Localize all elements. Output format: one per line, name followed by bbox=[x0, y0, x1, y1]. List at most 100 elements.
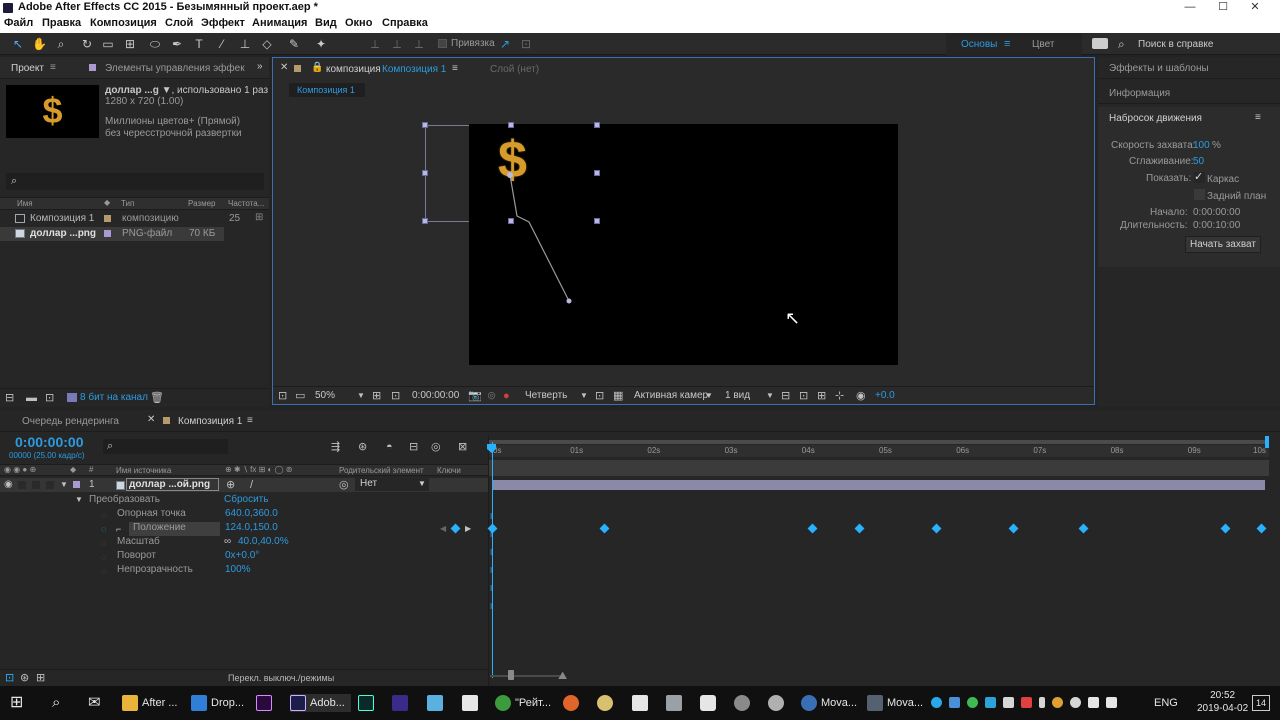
stopwatch-icon[interactable]: ◌ bbox=[101, 536, 106, 550]
snap-option-icon[interactable]: ↗ bbox=[498, 37, 512, 51]
zoom-slider-track[interactable] bbox=[490, 675, 560, 677]
position-keyframe[interactable] bbox=[1078, 523, 1089, 534]
tray-app-icon[interactable] bbox=[1052, 696, 1063, 708]
minimize-button[interactable]: — bbox=[1175, 0, 1205, 16]
lock-icon[interactable]: 🔒 bbox=[311, 62, 323, 73]
interpret-footage-icon[interactable]: ⊟ bbox=[5, 391, 14, 405]
add-keyframe-icon[interactable] bbox=[450, 523, 461, 534]
axis-world-icon[interactable]: ⟂ bbox=[390, 37, 404, 51]
project-row-comp[interactable]: Композиция 1 композицию 25 ⊞ bbox=[0, 212, 269, 226]
mask-visibility-icon[interactable]: ⊡ bbox=[391, 389, 400, 403]
tab-composition-name[interactable]: Композиция 1 bbox=[382, 64, 446, 75]
solo-toggle[interactable] bbox=[32, 481, 40, 489]
transform-handle[interactable] bbox=[422, 170, 428, 176]
workspace-menu-icon[interactable]: ≡ bbox=[1004, 38, 1010, 50]
transfer-controls-toggle-icon[interactable]: ⊛ bbox=[20, 671, 29, 685]
transform-handle[interactable] bbox=[422, 122, 428, 128]
tab-menu-icon[interactable]: ≡ bbox=[247, 415, 253, 426]
tray-app-icon[interactable] bbox=[1070, 696, 1081, 708]
transform-handle[interactable] bbox=[594, 218, 600, 224]
menu-window[interactable]: Окно bbox=[345, 17, 372, 29]
app-icon[interactable] bbox=[597, 694, 617, 712]
app-icon[interactable] bbox=[392, 694, 412, 712]
transform-handle[interactable] bbox=[594, 170, 600, 176]
smoothing-value[interactable]: 50 bbox=[1193, 156, 1204, 167]
zoom-slider-thumb[interactable] bbox=[508, 670, 514, 680]
motion-path-point[interactable] bbox=[566, 298, 572, 304]
label-swatch[interactable] bbox=[104, 230, 111, 237]
snap-checkbox[interactable] bbox=[438, 39, 447, 48]
always-preview-icon[interactable]: ⊡ bbox=[278, 389, 287, 403]
constrain-proportions-icon[interactable]: ∞ bbox=[224, 535, 231, 549]
show-snapshot-icon[interactable]: ⊚ bbox=[487, 389, 496, 403]
property-value[interactable]: 40.0,40.0% bbox=[238, 536, 289, 550]
volume-icon[interactable] bbox=[1106, 696, 1117, 708]
menu-help[interactable]: Справка bbox=[382, 17, 428, 29]
tray-app-icon[interactable] bbox=[949, 696, 960, 708]
mail-icon[interactable]: ✉ bbox=[88, 694, 101, 712]
info-tab[interactable]: Информация bbox=[1109, 88, 1170, 99]
taskbar-item[interactable]: Mova... bbox=[867, 694, 923, 712]
fast-previews-icon[interactable]: ⊡ bbox=[799, 389, 808, 403]
menu-composition[interactable]: Композиция bbox=[90, 17, 157, 29]
views-dropdown-icon[interactable]: ▼ bbox=[766, 389, 774, 403]
tab-project-menu-icon[interactable]: ≡ bbox=[50, 62, 56, 73]
toggle-switches-modes[interactable]: Перекл. выключ./режимы bbox=[228, 673, 334, 683]
wireframe-checkbox[interactable]: ✓ bbox=[1194, 172, 1205, 183]
label-swatch[interactable] bbox=[104, 215, 111, 222]
stopwatch-active-icon[interactable]: ◌ bbox=[101, 522, 106, 536]
background-checkbox[interactable] bbox=[1194, 189, 1205, 200]
property-value[interactable]: 0x+0.0° bbox=[225, 550, 259, 564]
tray-app-icon[interactable] bbox=[1003, 696, 1014, 708]
search-taskbar-icon[interactable]: ⌕ bbox=[52, 694, 60, 712]
parent-pickwhip-icon[interactable]: ◎ bbox=[339, 478, 349, 492]
roto-brush-tool-icon[interactable]: ✎ bbox=[287, 37, 301, 51]
capture-speed-value[interactable]: 100 bbox=[1193, 140, 1210, 151]
work-area-bar[interactable] bbox=[489, 440, 1269, 444]
motion-blur-icon[interactable]: ◎ bbox=[431, 440, 441, 454]
expand-triangle-icon[interactable]: ▼ bbox=[60, 478, 68, 492]
stamp-tool-icon[interactable]: ⊥ bbox=[238, 37, 252, 51]
transform-group[interactable]: Преобразовать bbox=[89, 494, 160, 508]
resolution-select[interactable]: Четверть bbox=[525, 390, 567, 401]
menu-file[interactable]: Файл bbox=[4, 17, 33, 29]
view-layout-select[interactable]: 1 вид bbox=[725, 390, 750, 401]
position-keyframe[interactable] bbox=[807, 523, 818, 534]
skype-icon[interactable] bbox=[931, 696, 942, 708]
taskbar-item[interactable]: Drop... bbox=[191, 694, 244, 712]
comp-mini-flowchart-icon[interactable]: ⇶ bbox=[331, 440, 340, 454]
app-icon[interactable] bbox=[666, 694, 686, 712]
menu-edit[interactable]: Правка bbox=[42, 17, 81, 29]
camera-select[interactable]: Активная камер bbox=[634, 390, 708, 401]
audio-toggle[interactable] bbox=[18, 481, 26, 489]
tab-composition-prefix[interactable]: композиция bbox=[326, 64, 381, 75]
in-out-toggle-icon[interactable]: ⊞ bbox=[36, 671, 45, 685]
tray-app-icon[interactable] bbox=[1021, 696, 1032, 708]
current-time-display[interactable]: 0:00:00:00 bbox=[412, 390, 459, 401]
label-column-icon[interactable]: ◆ bbox=[104, 198, 110, 207]
safe-zones-icon[interactable]: ⊞ bbox=[372, 389, 381, 403]
taskbar-item[interactable]: "Рейт... bbox=[495, 694, 551, 712]
menu-effect[interactable]: Эффект bbox=[201, 17, 245, 29]
snap-grid-icon[interactable]: ⊡ bbox=[519, 37, 533, 51]
taskbar-item[interactable]: Adob... bbox=[290, 694, 351, 712]
zoom-dropdown-icon[interactable]: ▼ bbox=[357, 389, 365, 403]
snapshot-icon[interactable]: 📷 bbox=[468, 389, 482, 403]
stopwatch-icon[interactable]: ◌ bbox=[101, 508, 106, 522]
pan-behind-tool-icon[interactable]: ⊞ bbox=[123, 37, 137, 51]
new-folder-icon[interactable]: ▬ bbox=[26, 391, 37, 405]
tab-menu-icon[interactable]: ≡ bbox=[452, 63, 458, 74]
timeline-track-area[interactable]: 0s 01s 02s 03s 04s 05s 06s 07s 08s 09s 10s IIIIII bbox=[487, 436, 1280, 686]
project-search-input[interactable]: ⌕ bbox=[6, 173, 264, 190]
frame-blending-icon[interactable]: ⊟ bbox=[409, 440, 418, 454]
shy-switch-icon[interactable]: ⊕ bbox=[226, 478, 235, 492]
transparency-grid-icon[interactable]: ▦ bbox=[613, 389, 623, 403]
column-size[interactable]: Размер bbox=[188, 199, 216, 208]
clock[interactable]: 20:52 2019-04-02 bbox=[1197, 689, 1248, 715]
timeline-search-input[interactable]: ⌕ bbox=[103, 439, 228, 454]
work-area-end[interactable] bbox=[1265, 436, 1269, 448]
property-value[interactable]: 100% bbox=[225, 564, 251, 578]
app-icon[interactable] bbox=[734, 694, 754, 712]
comp-flow-breadcrumb[interactable]: Композиция 1 bbox=[289, 83, 365, 97]
position-keyframe[interactable] bbox=[854, 523, 865, 534]
